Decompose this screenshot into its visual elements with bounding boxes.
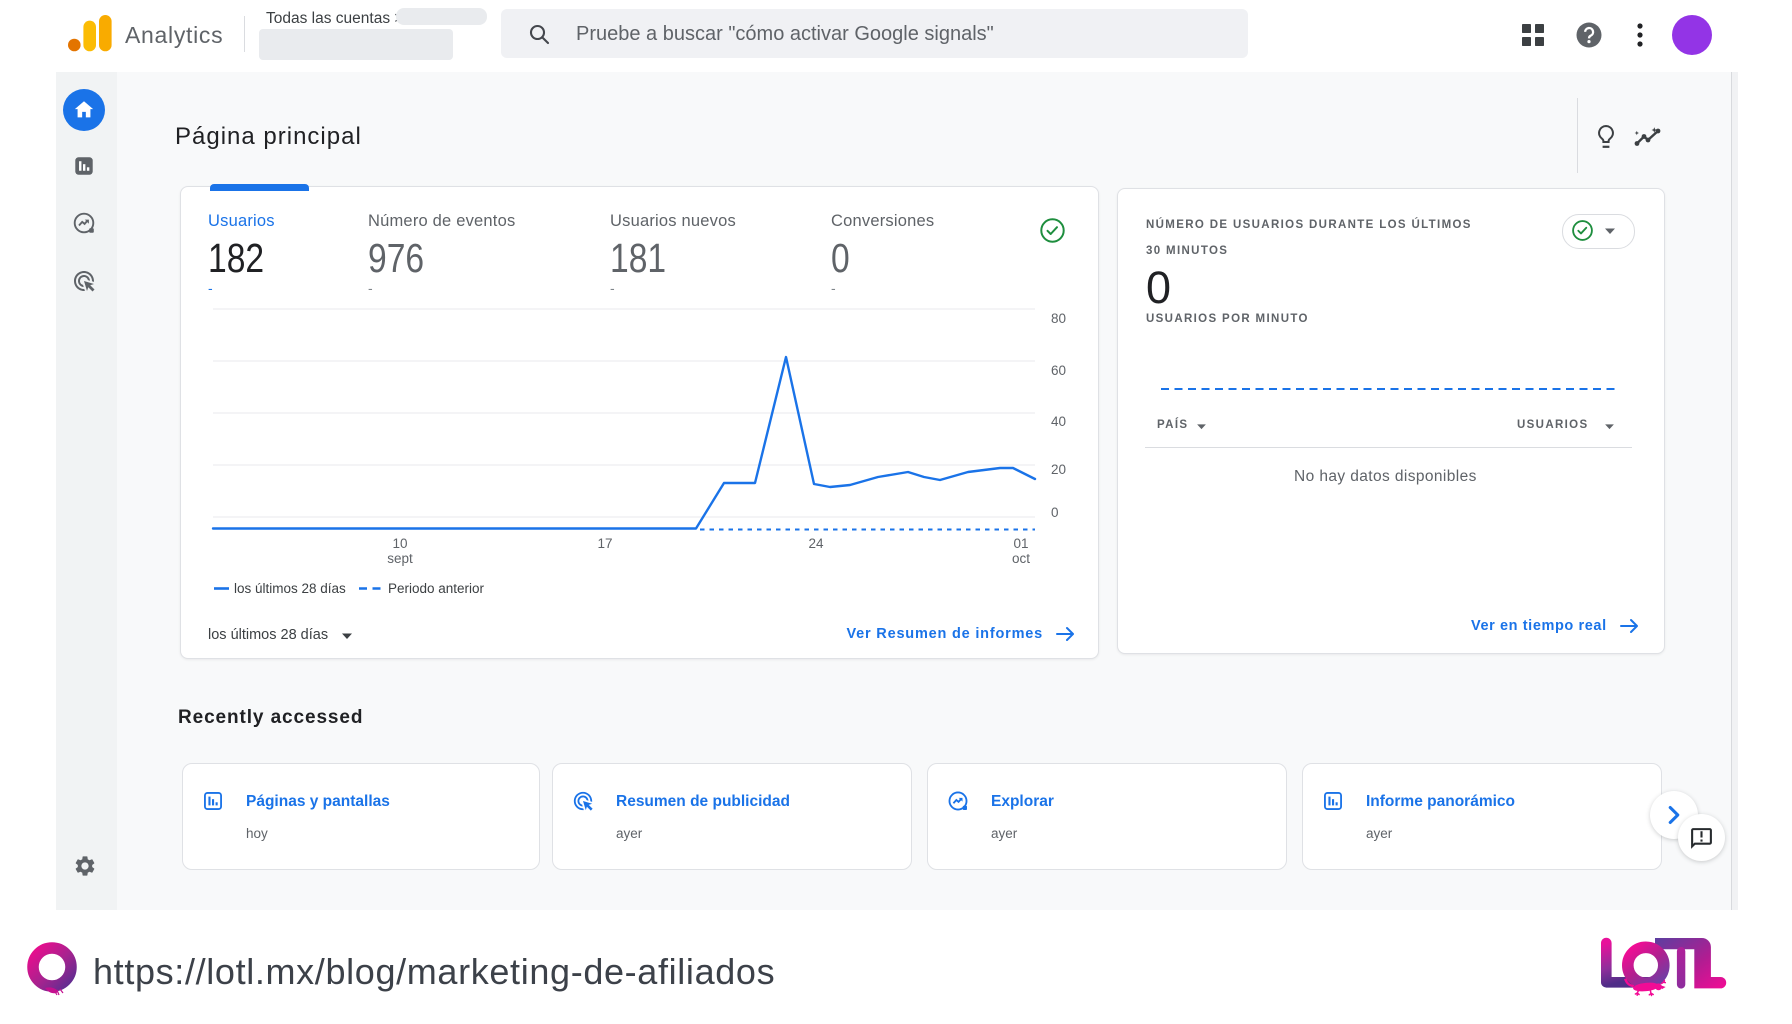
svg-text:17: 17 <box>597 536 612 551</box>
svg-text:24: 24 <box>808 536 824 551</box>
svg-text:oct: oct <box>1012 551 1030 566</box>
svg-text:80: 80 <box>1051 311 1066 326</box>
svg-text:sept: sept <box>387 551 413 566</box>
svg-text:20: 20 <box>1051 462 1066 477</box>
svg-text:10: 10 <box>392 536 407 551</box>
svg-text:01: 01 <box>1013 536 1028 551</box>
svg-text:60: 60 <box>1051 363 1066 378</box>
svg-text:0: 0 <box>1051 505 1059 520</box>
svg-text:40: 40 <box>1051 414 1066 429</box>
